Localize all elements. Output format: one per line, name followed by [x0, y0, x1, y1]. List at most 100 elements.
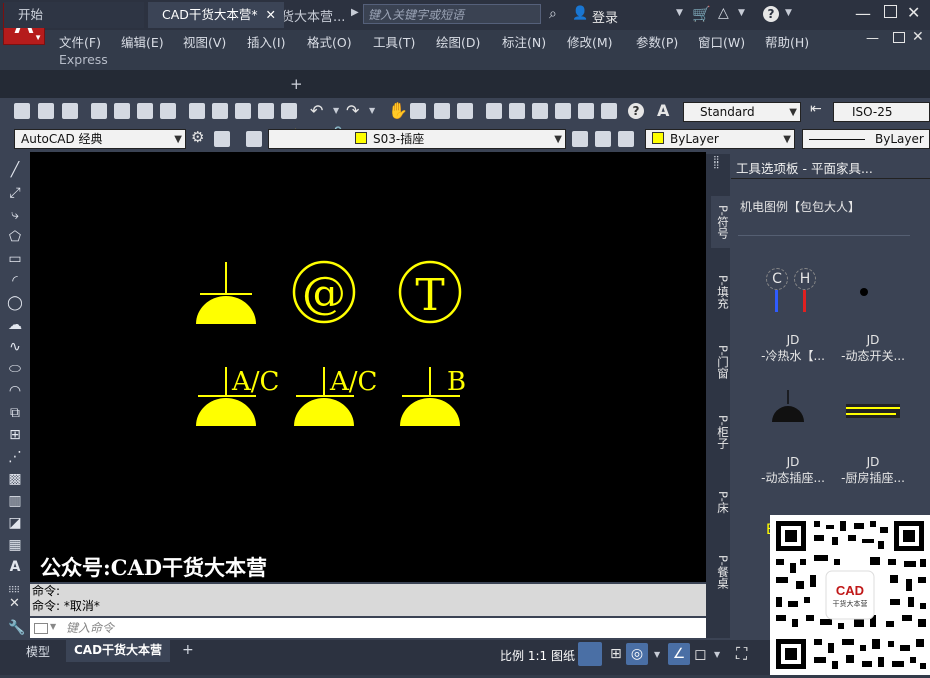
- tab-close-icon[interactable]: ✕: [266, 2, 276, 28]
- tab-start[interactable]: 开始: [4, 2, 144, 28]
- ellipse-arc-icon[interactable]: ◠: [7, 383, 23, 399]
- zoom-realtime-icon[interactable]: [410, 103, 426, 119]
- menu-express[interactable]: Express: [59, 52, 108, 67]
- palette-item-dynamic-socket[interactable]: [770, 388, 806, 424]
- zoom-window-icon[interactable]: [434, 103, 450, 119]
- undo-icon[interactable]: ↶: [310, 101, 323, 120]
- grip-icon[interactable]: ⠿⠿: [713, 157, 727, 176]
- new-icon[interactable]: [14, 103, 30, 119]
- menu-file[interactable]: 文件(F): [59, 32, 101, 51]
- help-icon[interactable]: ?: [628, 103, 644, 119]
- cut-icon[interactable]: [189, 103, 205, 119]
- binoculars-icon[interactable]: ⌕: [549, 6, 565, 22]
- markup-icon[interactable]: [578, 103, 594, 119]
- drawing-canvas[interactable]: @ T A/C A/C B 公众号:CAD干货大本营: [30, 152, 706, 582]
- isodraft-icon[interactable]: ∠: [668, 643, 690, 665]
- new-tab-button[interactable]: +: [290, 75, 303, 93]
- multiline-text-icon[interactable]: A: [7, 559, 23, 575]
- help-dropdown-icon[interactable]: ▼: [785, 8, 792, 18]
- tab-model[interactable]: 模型: [18, 642, 58, 662]
- linetype-select[interactable]: ByLayer: [802, 129, 930, 149]
- close-icon[interactable]: ✕: [907, 3, 920, 22]
- table-icon[interactable]: ▦: [7, 537, 23, 553]
- open-icon[interactable]: [38, 103, 54, 119]
- menu-view[interactable]: 视图(V): [183, 32, 226, 51]
- region-icon[interactable]: ◪: [7, 515, 23, 531]
- tab-document[interactable]: CAD干货大本营* ✕: [148, 2, 284, 28]
- doc-minimize-icon[interactable]: —: [866, 31, 879, 46]
- pan-icon[interactable]: ✋: [388, 101, 408, 120]
- spline-icon[interactable]: ∿: [7, 339, 23, 355]
- layer-previous-icon[interactable]: [595, 131, 611, 147]
- recent-commands-dropdown-icon[interactable]: ▼: [50, 622, 56, 631]
- palette-tab-cabinets[interactable]: P-柜子: [711, 406, 731, 458]
- redo-dropdown-icon[interactable]: ▼: [369, 106, 375, 115]
- gradient-icon[interactable]: ▥: [7, 493, 23, 509]
- save-icon[interactable]: [62, 103, 78, 119]
- command-input[interactable]: 键入命令: [30, 618, 706, 638]
- menu-help[interactable]: 帮助(H): [765, 32, 809, 51]
- polar-dropdown-icon[interactable]: ▼: [654, 650, 660, 659]
- text-style-select[interactable]: Standard ▼: [683, 102, 801, 122]
- connect-icon[interactable]: △: [718, 5, 729, 21]
- zoom-previous-icon[interactable]: [457, 103, 473, 119]
- menu-dimension[interactable]: 标注(N): [502, 32, 546, 51]
- add-layout-button[interactable]: +: [182, 642, 194, 658]
- search-arrow-icon[interactable]: ▶: [351, 7, 359, 18]
- menu-draw[interactable]: 绘图(D): [436, 32, 480, 51]
- wrench-icon[interactable]: 🔧: [8, 620, 25, 636]
- login-link[interactable]: 登录: [592, 7, 618, 26]
- menu-format[interactable]: 格式(O): [307, 32, 352, 51]
- selection-cycling-icon[interactable]: ⛶: [736, 644, 747, 664]
- connect-dropdown-icon[interactable]: ▼: [738, 8, 745, 18]
- menu-modify[interactable]: 修改(M): [567, 32, 613, 51]
- object-snap-icon[interactable]: ◻: [694, 645, 706, 663]
- design-center-icon[interactable]: [509, 103, 525, 119]
- maximize-icon[interactable]: [884, 5, 897, 18]
- polyline-icon[interactable]: ⤷: [7, 207, 23, 223]
- palette-item-hot-cold-water[interactable]: C H: [763, 268, 823, 314]
- menu-edit[interactable]: 编辑(E): [121, 32, 164, 51]
- command-prompt-icon[interactable]: [34, 623, 48, 634]
- close-command-icon[interactable]: ✕: [9, 596, 20, 611]
- make-block-icon[interactable]: ⊞: [7, 427, 23, 443]
- construction-line-icon[interactable]: ⤢: [7, 185, 23, 201]
- grid-toggle-icon[interactable]: [578, 642, 602, 666]
- tab-layout[interactable]: CAD干货大本营: [66, 640, 171, 662]
- palette-tab-dining[interactable]: P-餐桌: [711, 546, 731, 598]
- undo-dropdown-icon[interactable]: ▼: [333, 106, 339, 115]
- properties-icon[interactable]: [486, 103, 502, 119]
- gear-icon[interactable]: ⚙: [191, 128, 204, 146]
- tool-palettes-icon[interactable]: [532, 103, 548, 119]
- cart-icon[interactable]: 🛒: [692, 5, 711, 23]
- palette-tab-symbols[interactable]: P-符号: [711, 196, 731, 248]
- ellipse-icon[interactable]: ⬭: [7, 361, 23, 377]
- palette-tab-beds[interactable]: P-床: [711, 476, 731, 528]
- help-icon[interactable]: ?: [763, 6, 779, 22]
- menu-window[interactable]: 窗口(W): [698, 32, 745, 51]
- menu-parametric[interactable]: 参数(P): [636, 32, 678, 51]
- arc-icon[interactable]: ◜: [7, 273, 23, 289]
- palette-item-kitchen-socket[interactable]: [846, 404, 900, 418]
- print-preview-icon[interactable]: [114, 103, 130, 119]
- print-icon[interactable]: [91, 103, 107, 119]
- user-icon[interactable]: 👤: [572, 6, 588, 22]
- palette-item-dynamic-switch[interactable]: [860, 288, 868, 296]
- menu-insert[interactable]: 插入(I): [247, 32, 285, 51]
- copy-icon[interactable]: [212, 103, 228, 119]
- dimension-style-select[interactable]: ISO-25: [833, 102, 930, 122]
- layer-state-icon[interactable]: [618, 131, 634, 147]
- color-select[interactable]: ByLayer ▼: [645, 129, 795, 149]
- match-properties-icon[interactable]: [258, 103, 274, 119]
- sheet-set-icon[interactable]: [555, 103, 571, 119]
- palette-tab-doors-windows[interactable]: P-门窗: [711, 336, 731, 388]
- login-dropdown-icon[interactable]: ▼: [676, 8, 683, 18]
- redo-icon[interactable]: ↷: [346, 101, 359, 120]
- workspace-select[interactable]: AutoCAD 经典 ▼: [14, 129, 186, 149]
- insert-block-icon[interactable]: ⧉: [7, 405, 23, 421]
- publish-icon[interactable]: [137, 103, 153, 119]
- search-input[interactable]: 键入关键字或短语: [363, 4, 541, 24]
- paper-space-toggle[interactable]: 图纸: [543, 646, 583, 666]
- grip-icon[interactable]: ⠿⠿: [8, 586, 20, 596]
- snap-icon[interactable]: ⊞: [610, 646, 622, 662]
